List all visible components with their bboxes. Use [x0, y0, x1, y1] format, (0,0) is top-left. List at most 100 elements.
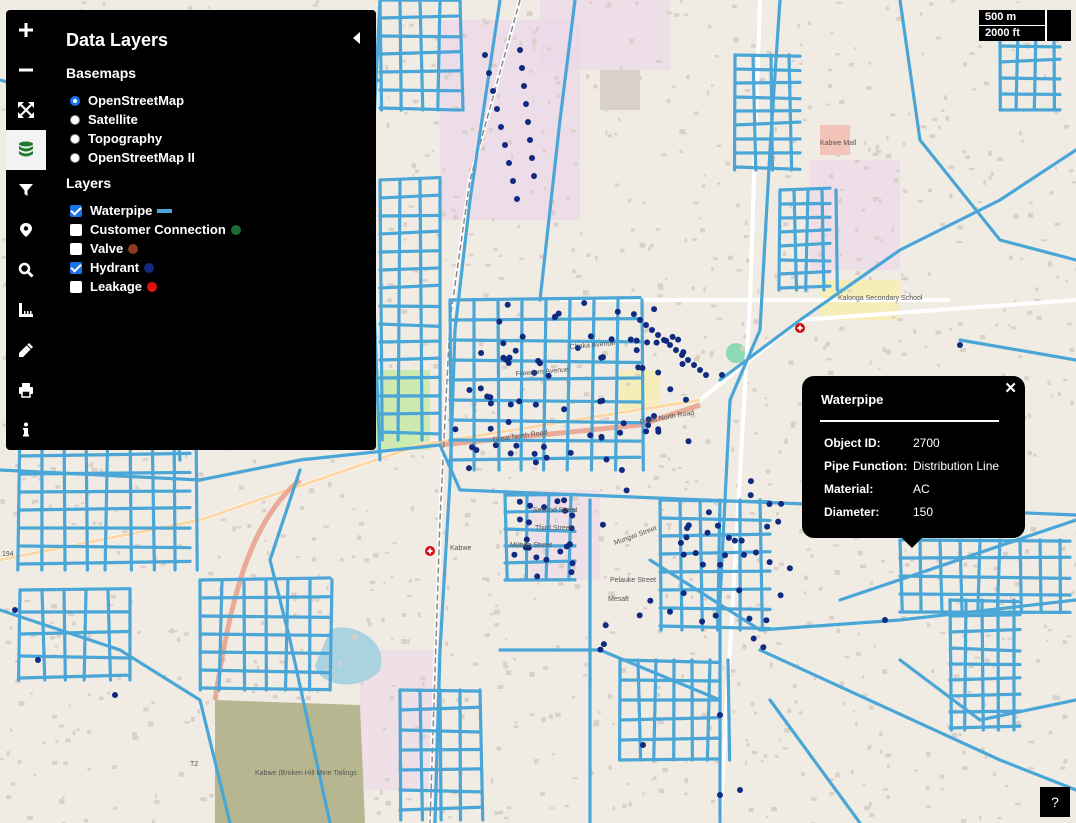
checkbox-icon[interactable]	[70, 280, 82, 293]
hydrant-marker[interactable]	[655, 332, 661, 338]
waterpipe-segment[interactable]	[378, 34, 462, 39]
hydrant-marker[interactable]	[602, 622, 609, 629]
basemap-option-openstreetmap-ii[interactable]: OpenStreetMap II	[66, 148, 356, 167]
waterpipe-segment[interactable]	[733, 67, 802, 73]
waterpipe-segment[interactable]	[62, 588, 67, 682]
waterpipe-segment[interactable]	[1038, 538, 1043, 612]
waterpipe-segment[interactable]	[618, 757, 722, 762]
hydrant-marker[interactable]	[677, 539, 684, 546]
checkbox-checked-icon[interactable]	[70, 204, 82, 217]
waterpipe-segment[interactable]	[398, 728, 482, 734]
filter-button[interactable]	[6, 170, 46, 210]
hydrant-marker[interactable]	[655, 369, 662, 376]
hydrant-marker[interactable]	[643, 322, 649, 328]
hydrant-marker[interactable]	[598, 354, 605, 361]
hydrant-marker[interactable]	[531, 450, 538, 457]
hydrant-marker[interactable]	[667, 342, 673, 348]
hydrant-marker[interactable]	[636, 612, 643, 619]
hydrant-marker[interactable]	[633, 337, 640, 344]
hydrant-marker[interactable]	[599, 397, 606, 404]
hydrant-marker[interactable]	[533, 554, 540, 561]
hydrant-marker[interactable]	[714, 522, 721, 529]
zoom-in-button[interactable]	[6, 10, 46, 50]
waterpipe-segment[interactable]	[834, 188, 839, 292]
hydrant-marker[interactable]	[567, 449, 574, 456]
hydrant-marker[interactable]	[778, 500, 785, 507]
waterpipe-segment[interactable]	[198, 576, 332, 582]
waterpipe-segment[interactable]	[448, 298, 453, 472]
waterpipe-segment[interactable]	[448, 438, 642, 443]
waterpipe-segment[interactable]	[378, 430, 442, 436]
hydrant-marker[interactable]	[516, 498, 523, 505]
waterpipe-segment[interactable]	[448, 398, 642, 404]
hydrant-marker[interactable]	[597, 646, 604, 653]
waterpipe-segment[interactable]	[778, 215, 832, 220]
waterpipe-segment[interactable]	[898, 592, 1072, 597]
hydrant-marker[interactable]	[766, 501, 773, 507]
waterpipe-segment[interactable]	[378, 213, 442, 218]
hydrant-marker[interactable]	[506, 160, 512, 166]
hydrant-marker[interactable]	[680, 590, 687, 597]
hydrant-marker[interactable]	[494, 106, 500, 112]
hydrant-marker[interactable]	[487, 400, 494, 407]
hydrant-marker[interactable]	[452, 426, 459, 433]
hydrant-marker[interactable]	[673, 347, 679, 353]
waterpipe-segment[interactable]	[733, 53, 802, 58]
hydrant-marker[interactable]	[630, 311, 637, 318]
waterpipe-segment[interactable]	[998, 44, 1062, 49]
hydrant-marker[interactable]	[692, 550, 699, 556]
hydrant-marker[interactable]	[505, 419, 512, 425]
hydrant-marker[interactable]	[502, 142, 508, 148]
waterpipe-segment[interactable]	[398, 788, 482, 794]
waterpipe-segment[interactable]	[448, 316, 642, 322]
hydrant-marker[interactable]	[683, 534, 690, 541]
draw-button[interactable]	[6, 330, 46, 370]
waterpipe-segment[interactable]	[778, 201, 832, 206]
hydrant-marker[interactable]	[557, 548, 564, 555]
waterpipe-segment[interactable]	[733, 95, 802, 101]
waterpipe-segment[interactable]	[778, 186, 832, 192]
basemap-option-topography[interactable]: Topography	[66, 129, 356, 148]
waterpipe-segment[interactable]	[658, 587, 772, 592]
hydrant-marker[interactable]	[507, 401, 514, 408]
hydrant-marker[interactable]	[786, 565, 793, 572]
hydrant-marker[interactable]	[519, 333, 526, 340]
hydrant-marker[interactable]	[487, 394, 494, 401]
waterpipe-segment[interactable]	[418, 178, 424, 442]
hydrant-marker[interactable]	[506, 354, 513, 361]
hydrant-marker[interactable]	[750, 635, 757, 642]
waterpipe-segment[interactable]	[396, 178, 402, 442]
waterpipe-segment[interactable]	[1018, 538, 1023, 612]
waterpipe-segment[interactable]	[503, 493, 509, 582]
hydrant-marker[interactable]	[679, 352, 685, 358]
waterpipe-segment[interactable]	[398, 767, 482, 772]
hydrant-marker[interactable]	[507, 450, 514, 457]
close-icon[interactable]: ✕	[1004, 379, 1017, 397]
hydrant-marker[interactable]	[496, 318, 503, 325]
layer-leakage[interactable]: Leakage	[66, 277, 356, 296]
layer-waterpipe[interactable]: Waterpipe	[66, 201, 356, 220]
waterpipe-segment[interactable]	[658, 498, 772, 504]
hydrant-marker[interactable]	[775, 518, 782, 525]
hydrant-marker[interactable]	[569, 560, 576, 567]
waterpipe-segment[interactable]	[733, 80, 802, 85]
waterpipe-segment[interactable]	[503, 559, 577, 565]
radio-selected-icon[interactable]	[70, 95, 80, 106]
hydrant-marker[interactable]	[598, 434, 605, 441]
checkbox-icon[interactable]	[70, 242, 82, 255]
hydrant-marker[interactable]	[473, 447, 480, 453]
hydrant-marker[interactable]	[705, 509, 712, 516]
waterpipe-segment[interactable]	[1032, 28, 1038, 112]
hydrant-marker[interactable]	[513, 442, 520, 449]
hydrant-marker[interactable]	[614, 308, 621, 315]
hydrant-marker[interactable]	[697, 367, 703, 373]
hydrant-marker[interactable]	[525, 119, 531, 125]
waterpipe-segment[interactable]	[378, 266, 442, 272]
radio-icon[interactable]	[70, 114, 80, 125]
search-button[interactable]	[6, 250, 46, 290]
hydrant-marker[interactable]	[510, 178, 516, 184]
hydrant-marker[interactable]	[717, 712, 723, 718]
hydrant-marker[interactable]	[882, 617, 888, 623]
basemap-option-openstreetmap[interactable]: OpenStreetMap	[66, 91, 356, 110]
hydrant-marker[interactable]	[500, 340, 507, 347]
